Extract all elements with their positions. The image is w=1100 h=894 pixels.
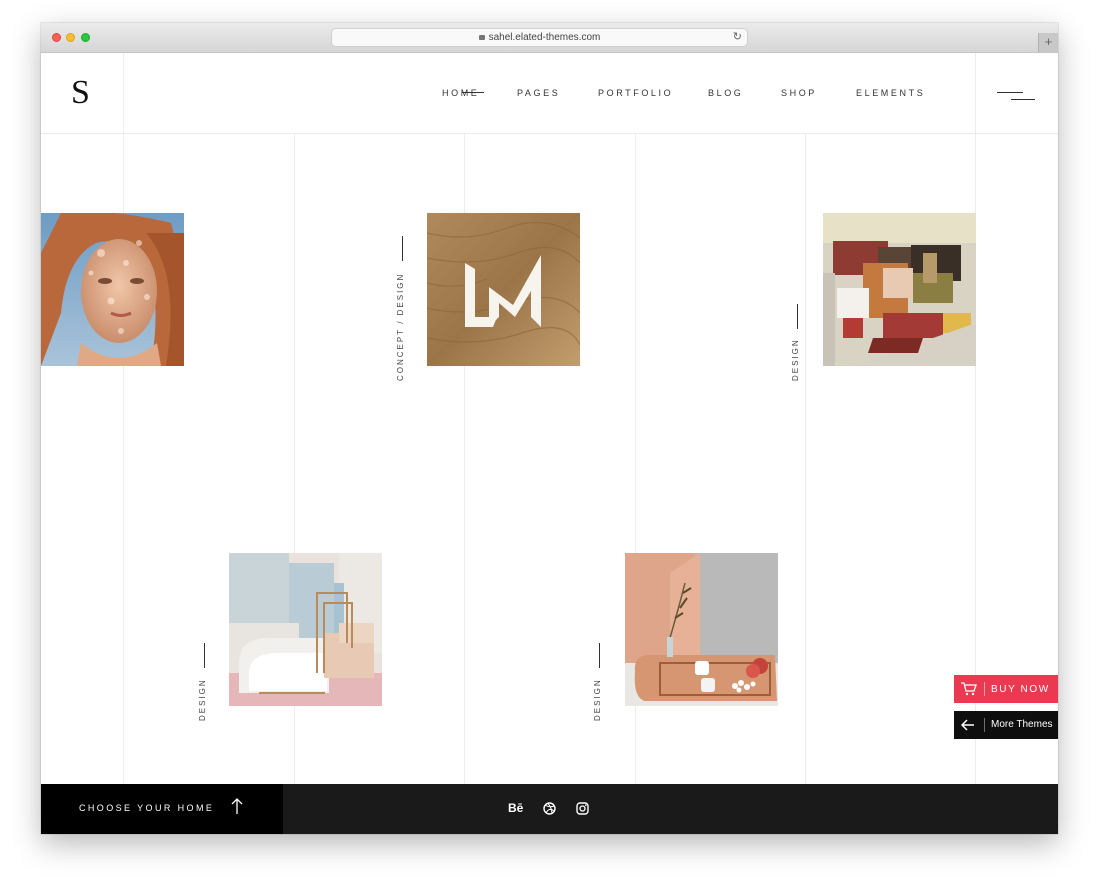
address-bar[interactable]: sahel.elated-themes.com ↻ [332, 29, 747, 46]
lm-logo-image [427, 213, 580, 366]
portfolio-item-pastel-stairs[interactable] [229, 553, 382, 706]
more-themes-label: More Themes [991, 719, 1053, 730]
nav-pages[interactable]: PAGES [517, 88, 560, 98]
portfolio-tag-label: DESIGN [198, 678, 207, 721]
tray-image [625, 553, 778, 706]
portfolio-tag-label: DESIGN [791, 338, 800, 381]
minimize-window-button[interactable] [66, 33, 75, 42]
choose-your-home-label: CHOOSE YOUR HOME [79, 803, 215, 813]
portfolio-item-tray-still-life[interactable] [625, 553, 778, 706]
portfolio-tag-label: DESIGN [593, 678, 602, 721]
dribbble-icon[interactable] [543, 802, 556, 815]
nav-blog[interactable]: BLOG [708, 88, 743, 98]
grid-line [975, 53, 976, 133]
browser-toolbar: sahel.elated-themes.com ↻ + [41, 23, 1058, 53]
arrow-up-icon [231, 798, 243, 814]
lock-icon [478, 35, 485, 40]
plus-icon[interactable]: + [1038, 33, 1058, 52]
portfolio-tag-label: CONCEPT / DESIGN [396, 272, 405, 381]
grid-line [123, 53, 124, 784]
url-text: sahel.elated-themes.com [488, 32, 601, 43]
behance-icon[interactable]: Bē [508, 801, 523, 815]
more-themes-button[interactable]: More Themes [954, 711, 1058, 739]
zoom-window-button[interactable] [81, 33, 90, 42]
portrait-image [41, 213, 184, 366]
portfolio-item-lm-logo[interactable] [427, 213, 580, 366]
website: S HOME PAGES PORTFOLIO BLOG SHOP ELEMENT… [41, 53, 1058, 834]
nav-portfolio[interactable]: PORTFOLIO [598, 88, 673, 98]
pastel-stairs-image [229, 553, 382, 706]
grid-line [123, 53, 124, 133]
buy-now-label: BUY NOW [991, 684, 1050, 695]
nav-home[interactable]: HOME [442, 88, 485, 98]
reload-icon[interactable]: ↻ [733, 29, 742, 46]
footer-bar: CHOOSE YOUR HOME Bē [41, 784, 1058, 834]
buy-now-button[interactable]: BUY NOW [954, 675, 1058, 703]
choose-your-home-button[interactable]: CHOOSE YOUR HOME [41, 784, 283, 834]
arrow-left-icon [961, 719, 974, 731]
nav-shop[interactable]: SHOP [781, 88, 817, 98]
site-header: S HOME PAGES PORTFOLIO BLOG SHOP ELEMENT… [41, 53, 1058, 134]
browser-window: sahel.elated-themes.com ↻ + S HOME PAGES… [41, 23, 1058, 834]
nav-elements[interactable]: ELEMENTS [856, 88, 925, 98]
hamburger-icon[interactable] [997, 89, 1037, 101]
close-window-button[interactable] [52, 33, 61, 42]
cart-icon [961, 682, 977, 696]
site-logo[interactable]: S [71, 73, 90, 113]
grid-line [464, 53, 465, 784]
portfolio-item-portrait[interactable] [41, 213, 184, 366]
portfolio-item-color-blocks[interactable] [823, 213, 976, 366]
grid-line [805, 53, 806, 784]
instagram-icon[interactable] [576, 802, 589, 815]
color-blocks-image [823, 213, 976, 366]
